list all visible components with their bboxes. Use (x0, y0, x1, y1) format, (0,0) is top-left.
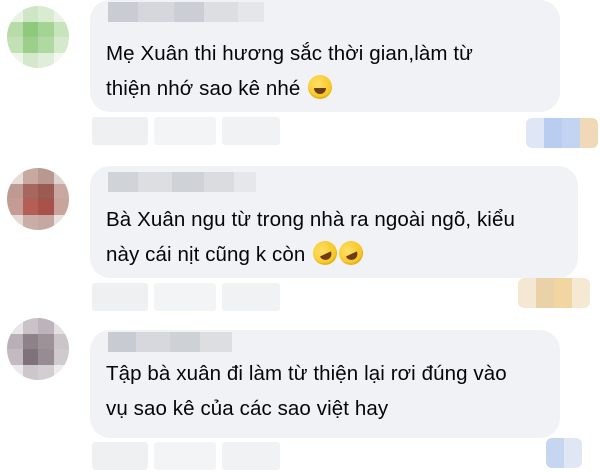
laughing-tears-emoji-icon (308, 75, 333, 99)
comment-text-line: Tập bà xuân đi làm từ thiện lại rơi đúng… (106, 362, 507, 385)
timestamp (222, 283, 280, 311)
author-name-blurred[interactable] (108, 2, 264, 22)
reply-action[interactable] (154, 442, 216, 470)
reaction-count-blurred[interactable] (526, 118, 598, 148)
comment-text: Tập bà xuân đi làm từ thiện lại rơi đúng… (106, 356, 542, 426)
comment-text-line: vụ sao kê của các sao việt hay (106, 397, 389, 420)
like-action[interactable] (92, 283, 148, 311)
timestamp (222, 442, 280, 470)
comment-text-line: thiện nhớ sao kê nhé (106, 71, 542, 106)
avatar[interactable] (7, 168, 69, 230)
comment-bubble: Tập bà xuân đi làm từ thiện lại rơi đúng… (90, 330, 560, 438)
comment-text-line: này cái nịt cũng k còn (106, 237, 560, 272)
comment-text-line: Mẹ Xuân thi hương sắc thời gian,làm từ (106, 42, 473, 65)
rolling-laughing-emoji-icon (309, 237, 342, 269)
comment-bubble: Bà Xuân ngu từ trong nhà ra ngoài ngõ, k… (90, 166, 578, 278)
reaction-count-blurred[interactable] (546, 438, 582, 468)
like-action[interactable] (92, 117, 148, 145)
like-action[interactable] (92, 442, 148, 470)
comment-actions-blurred (92, 283, 280, 311)
timestamp (222, 117, 280, 145)
avatar[interactable] (7, 318, 69, 380)
reaction-count-blurred[interactable] (518, 278, 590, 308)
comment-bubble: Mẹ Xuân thi hương sắc thời gian,làm từ t… (90, 0, 560, 112)
rolling-laughing-emoji-icon (335, 237, 368, 269)
author-name-blurred[interactable] (108, 172, 256, 192)
comment-actions-blurred (92, 442, 280, 470)
comment-text: Mẹ Xuân thi hương sắc thời gian,làm từ t… (106, 36, 542, 106)
comment-text-line: Bà Xuân ngu từ trong nhà ra ngoài ngõ, k… (106, 208, 515, 231)
avatar[interactable] (7, 6, 69, 68)
reply-action[interactable] (154, 283, 216, 311)
author-name-blurred[interactable] (108, 332, 232, 352)
comment-actions-blurred (92, 117, 280, 145)
reply-action[interactable] (154, 117, 216, 145)
comment-text: Bà Xuân ngu từ trong nhà ra ngoài ngõ, k… (106, 202, 560, 272)
